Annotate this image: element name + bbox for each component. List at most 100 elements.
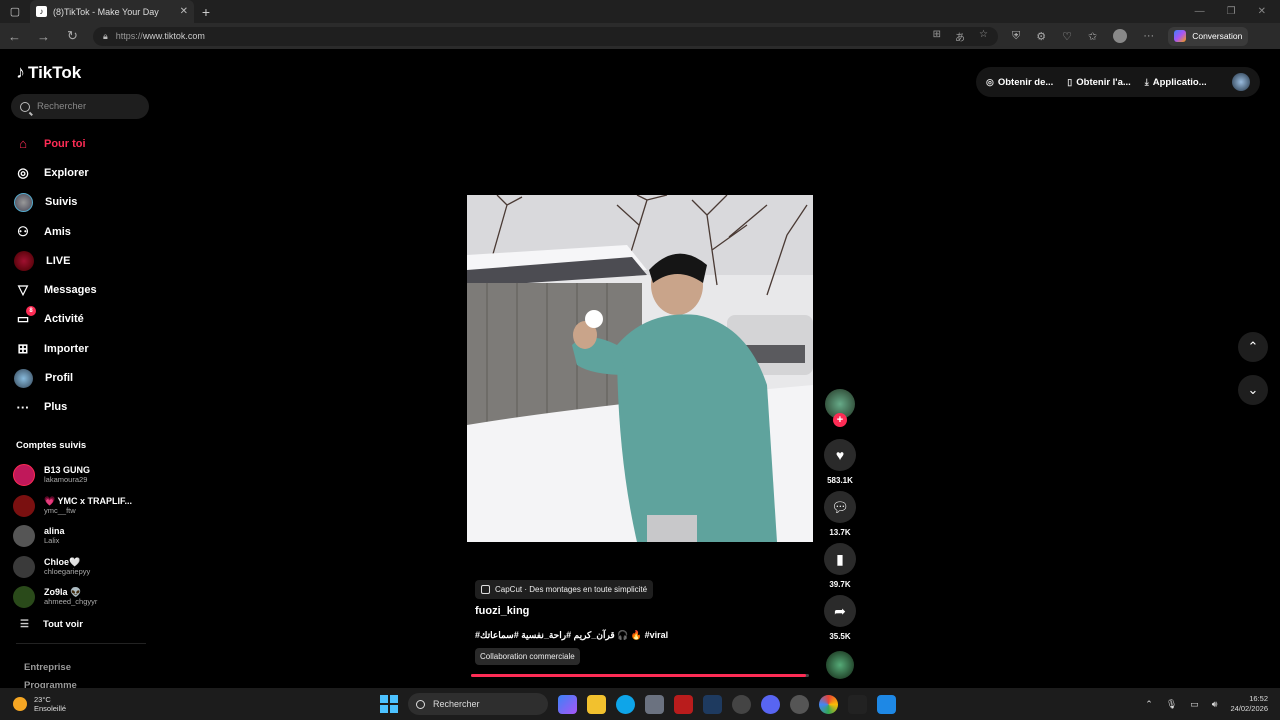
previous-video-button[interactable]: ⌃: [1238, 332, 1268, 362]
sidebar-item-activite[interactable]: ▭ 8 Activité: [14, 305, 154, 334]
network-icon[interactable]: ▭: [1190, 699, 1199, 710]
sidebar-item-pour-toi[interactable]: ⌂ Pour toi: [14, 129, 154, 158]
sidebar-item-label: Suivis: [45, 196, 78, 209]
user-avatar[interactable]: [1232, 73, 1250, 91]
back-icon[interactable]: ←: [0, 29, 29, 44]
save-button[interactable]: ▮: [824, 543, 856, 575]
following-names: alina Lalix: [44, 526, 65, 546]
following-item[interactable]: 💗 YMC x TRAPLIF... ymc__ftw: [13, 491, 153, 522]
discord-icon[interactable]: [761, 694, 780, 714]
search-placeholder: Rechercher: [37, 101, 87, 112]
music-disc-icon[interactable]: [826, 651, 854, 679]
creator-avatar[interactable]: +: [825, 389, 855, 427]
following-name: Chloe🤍: [44, 556, 81, 567]
sidebar-item-label: Messages: [44, 284, 97, 297]
desktop-app-button[interactable]: ⤓ Applicatio...: [1145, 77, 1207, 88]
follow-plus-icon[interactable]: +: [833, 413, 847, 427]
sidebar-item-explorer[interactable]: ◎ Explorer: [14, 158, 154, 187]
live-icon: [14, 250, 34, 271]
video-caption[interactable]: #قرآن_كريم #راحة_نفسية #سماعاتك 🎧 🔥 #vir…: [475, 630, 668, 641]
chrome-icon[interactable]: [819, 694, 838, 714]
weather-widget[interactable]: 23°C Ensoleillé: [0, 695, 66, 713]
see-all-button[interactable]: ☰ Tout voir: [20, 619, 83, 630]
following-section-title: Comptes suivis: [16, 440, 87, 451]
browser-tab[interactable]: ♪ (8)TikTok - Make Your Day ✕: [30, 0, 194, 23]
translate-icon[interactable]: あ: [955, 29, 965, 44]
tiktok-logo[interactable]: ♪ TikTok: [16, 62, 81, 83]
sidebar-item-live[interactable]: LIVE: [14, 246, 154, 275]
app-icon[interactable]: [732, 694, 751, 714]
tab-actions-icon[interactable]: ▢: [0, 0, 30, 23]
search-input[interactable]: Rechercher: [11, 94, 149, 119]
app-icon[interactable]: [674, 694, 693, 714]
capcut-tag[interactable]: CapCut · Des montages en toute simplicit…: [475, 580, 654, 599]
avatar: [13, 586, 35, 609]
volume-icon[interactable]: 🔊︎: [1212, 699, 1218, 710]
store-icon[interactable]: [645, 694, 664, 714]
sidebar-item-profil[interactable]: Profil: [14, 363, 154, 392]
minimize-icon[interactable]: —: [1195, 6, 1205, 17]
sun-icon: [13, 697, 27, 711]
favorites-icon[interactable]: ✩: [1088, 30, 1097, 43]
video-progress-bar[interactable]: [471, 674, 809, 677]
sidebar-item-amis[interactable]: ⚇ Amis: [14, 217, 154, 246]
system-tray: ⌃ 🎙︎ ▭ 🔊︎ 16:52 24/02/2026: [1145, 688, 1268, 720]
like-button[interactable]: ♥: [824, 439, 856, 471]
sidebar-item-importer[interactable]: ⊞ Importer: [14, 334, 154, 363]
lock-icon[interactable]: 🔒︎: [103, 31, 108, 42]
following-item[interactable]: Chloe🤍 chloegariepyy: [13, 552, 153, 583]
app-icon[interactable]: [848, 694, 867, 714]
steam-icon[interactable]: [703, 694, 722, 714]
taskbar-search[interactable]: Rechercher: [408, 693, 548, 715]
extensions-icon[interactable]: ⚙: [1036, 30, 1046, 43]
new-tab-button[interactable]: +: [194, 4, 218, 20]
copilot-app-icon[interactable]: [558, 694, 577, 714]
following-item[interactable]: alina Lalix: [13, 521, 153, 552]
taskbar-apps: Rechercher: [380, 688, 896, 720]
edge-browser-icon[interactable]: [616, 694, 635, 714]
clock[interactable]: 16:52 24/02/2026: [1230, 694, 1268, 714]
more-options-icon[interactable]: ···: [1143, 30, 1154, 42]
shield-icon[interactable]: ⛨: [1012, 30, 1020, 43]
browser-profile-avatar[interactable]: [1113, 29, 1128, 43]
sidebar-item-plus[interactable]: ··· Plus: [14, 393, 154, 422]
comment-button[interactable]: 💬︎: [824, 491, 856, 523]
address-bar[interactable]: 🔒︎ https://www.tiktok.com ⊞ あ ☆: [93, 26, 998, 46]
share-button[interactable]: ➦: [824, 595, 856, 627]
file-explorer-icon[interactable]: [587, 694, 606, 714]
sidebar-item-messages[interactable]: ▽ Messages: [14, 275, 154, 304]
video-progress-fill: [471, 674, 806, 677]
windows-start-icon[interactable]: [380, 695, 398, 713]
url-prefix: https://: [115, 31, 143, 41]
capcut-icon: [481, 585, 490, 594]
favorite-star-icon[interactable]: ☆: [979, 29, 988, 44]
settings-icon[interactable]: [790, 694, 809, 714]
following-item[interactable]: B13 GUNG lakamoura29: [13, 460, 153, 491]
following-item[interactable]: Zo9la 👽 ahmeed_chgyyr: [13, 582, 153, 613]
footer-link-entreprise[interactable]: Entreprise: [24, 662, 71, 673]
photos-icon[interactable]: [877, 694, 896, 714]
copilot-conversation-button[interactable]: Conversation: [1168, 26, 1249, 46]
chevron-up-icon[interactable]: ⌃: [1145, 699, 1153, 710]
forward-icon[interactable]: →: [29, 29, 58, 44]
chevron-down-icon: ⌄: [1247, 382, 1259, 397]
next-video-button[interactable]: ⌄: [1238, 375, 1268, 405]
performance-icon[interactable]: ♡: [1062, 30, 1072, 43]
microphone-icon[interactable]: 🎙︎: [1166, 699, 1177, 710]
refresh-icon[interactable]: ↻: [58, 28, 87, 44]
video-author[interactable]: fuozi_king: [475, 605, 529, 617]
tab-close-icon[interactable]: ✕: [180, 6, 188, 17]
video-player[interactable]: [467, 195, 813, 542]
capcut-label: CapCut · Des montages en toute simplicit…: [495, 585, 648, 594]
profile-avatar-icon: [14, 368, 33, 388]
sidebar-item-label: Pour toi: [44, 137, 86, 150]
restore-icon[interactable]: ❐: [1227, 6, 1236, 17]
app-available-icon[interactable]: ⊞: [933, 29, 941, 44]
get-coins-button[interactable]: ◎ Obtenir de...: [986, 77, 1053, 88]
conversation-label: Conversation: [1192, 31, 1243, 41]
get-app-button[interactable]: ▯ Obtenir l'a...: [1067, 77, 1130, 88]
close-window-icon[interactable]: ✕: [1258, 6, 1266, 17]
url-text: https://www.tiktok.com: [116, 31, 925, 41]
sidebar-item-suivis[interactable]: Suivis: [14, 188, 154, 217]
clock-time: 16:52: [1249, 694, 1268, 703]
